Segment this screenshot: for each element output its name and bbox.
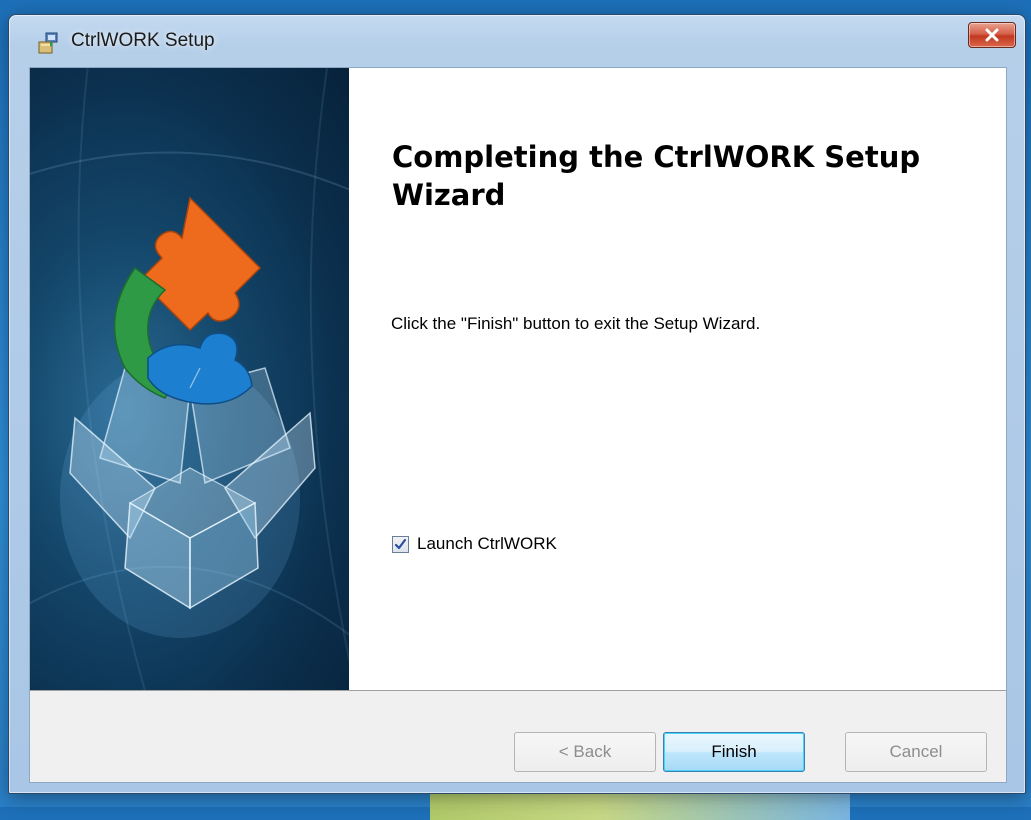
cancel-button[interactable]: Cancel [845,732,987,772]
launch-checkbox-label: Launch CtrlWORK [417,534,557,553]
page-description: Click the "Finish" button to exit the Se… [391,314,761,333]
puzzle-box-logo [30,68,349,690]
page-heading: Completing the CtrlWORK Setup Wizard [392,140,921,212]
finish-button[interactable]: Finish [663,732,805,772]
dialog-client-area: Completing the CtrlWORK Setup Wizard Cli… [29,67,1007,783]
window-title: CtrlWORK Setup [71,30,215,51]
launch-checkbox[interactable] [392,535,409,553]
back-button[interactable]: < Back [514,732,656,772]
close-icon [985,28,999,42]
launch-checkbox-row[interactable]: Launch CtrlWORK [392,534,557,554]
installer-icon [37,31,61,55]
checkmark-icon [394,538,407,549]
wizard-page: Completing the CtrlWORK Setup Wizard Cli… [30,68,1006,691]
close-button[interactable] [968,22,1016,48]
side-banner [30,68,349,690]
setup-window: CtrlWORK Setup Completing the CtrlWORK S… [8,14,1026,794]
title-bar[interactable]: CtrlWORK Setup [9,15,1025,63]
